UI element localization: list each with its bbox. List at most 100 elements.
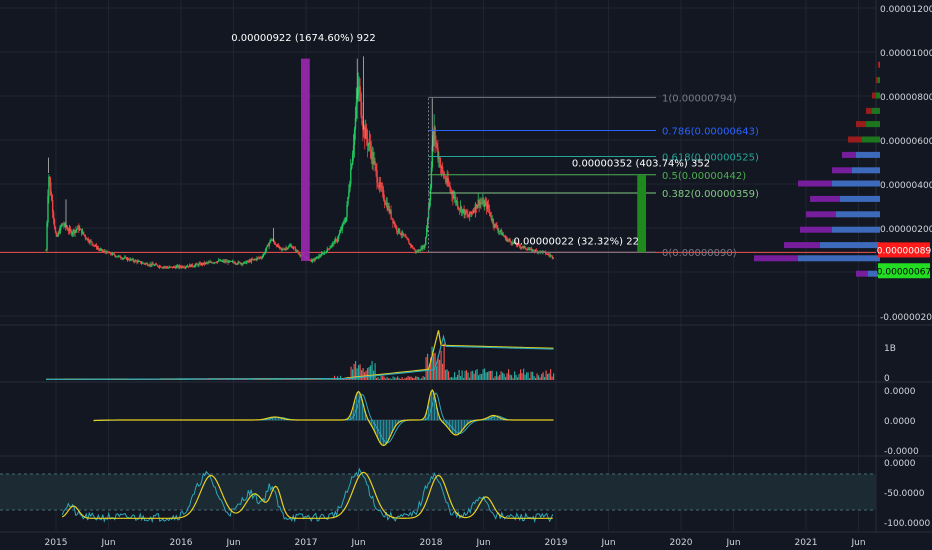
volume-profile-bar xyxy=(872,92,876,99)
volume-bar xyxy=(535,377,537,380)
volume-bar xyxy=(503,373,505,380)
volume-bar xyxy=(487,372,489,380)
time-axis-tick: 2019 xyxy=(545,538,568,548)
candle-body xyxy=(350,168,352,184)
volume-bar xyxy=(526,372,528,380)
volume-bar xyxy=(451,377,453,380)
volume-bar xyxy=(328,379,330,380)
volume-bar xyxy=(269,379,271,380)
macd-histogram-bar xyxy=(380,420,381,444)
volume-bar xyxy=(256,379,258,380)
volume-bar xyxy=(293,379,295,380)
price-axis-tick: 0.00000400 xyxy=(880,181,932,191)
volume-bar xyxy=(325,379,327,380)
chart-canvas[interactable]: 1(0.00000794)0.786(0.00000643)0.618(0.00… xyxy=(0,0,932,550)
macd-axis-tick: 0.0000 xyxy=(884,417,916,427)
volume-bar xyxy=(499,374,501,380)
candle-body xyxy=(92,243,94,246)
volume-bar xyxy=(320,379,322,380)
volume-bar xyxy=(322,379,324,380)
volume-bar xyxy=(424,376,426,380)
volume-bar xyxy=(383,376,385,380)
volume-bar xyxy=(466,370,468,380)
volume-bar xyxy=(491,370,493,380)
volume-bar xyxy=(445,369,447,380)
volume-bar xyxy=(509,374,511,380)
volume-bar xyxy=(452,377,454,380)
volume-bar xyxy=(479,373,481,380)
volume-bar xyxy=(416,376,418,380)
volume-profile-bar xyxy=(856,121,866,128)
volume-bar xyxy=(377,377,379,380)
volume-bar xyxy=(412,377,414,380)
volume-bar xyxy=(500,371,502,380)
volume-bar xyxy=(493,378,495,380)
candle-body xyxy=(337,235,340,240)
volume-profile-bar xyxy=(754,255,798,262)
volume-bar xyxy=(391,378,393,380)
candle-body xyxy=(398,228,401,234)
volume-bar xyxy=(283,379,285,380)
volume-profile-bar xyxy=(856,151,880,158)
volume-bar xyxy=(340,375,342,380)
volume-bar xyxy=(310,379,312,380)
volume-bar xyxy=(422,376,424,380)
volume-bar xyxy=(382,375,384,380)
volume-profile-bar xyxy=(810,195,840,202)
macd-histogram-bar xyxy=(359,391,360,421)
volume-bar xyxy=(316,379,318,380)
volume-bar xyxy=(368,366,370,380)
volume-bar xyxy=(257,379,259,380)
volume-bar xyxy=(488,371,490,380)
macd-axis-tick: 0.0000 xyxy=(884,387,916,397)
volume-bar xyxy=(533,376,535,380)
candle-body xyxy=(406,237,408,239)
volume-bar xyxy=(496,371,498,380)
volume-profile-bar xyxy=(876,77,878,84)
volume-profile-bar xyxy=(852,167,880,174)
volume-bar xyxy=(464,370,466,380)
volume-bar xyxy=(299,379,301,380)
volume-profile-bar xyxy=(862,136,880,143)
volume-bar xyxy=(524,374,526,380)
volume-bar xyxy=(386,376,388,380)
volume-bar xyxy=(547,373,549,380)
volume-bar xyxy=(272,379,274,380)
fib-level-label: 0.5(0.00000442) xyxy=(662,171,746,182)
volume-bar xyxy=(448,371,450,380)
volume-bar xyxy=(523,368,525,380)
volume-bar xyxy=(478,375,480,380)
volume-profile-bar xyxy=(872,107,880,114)
volume-axis-tick: 0 xyxy=(884,374,890,384)
candle-body xyxy=(82,231,85,235)
volume-bar xyxy=(449,377,451,380)
time-axis-tick: 2021 xyxy=(795,538,818,548)
volume-bar xyxy=(401,377,403,380)
volume-bar xyxy=(286,379,288,380)
candle-body xyxy=(552,257,554,259)
volume-bar xyxy=(436,366,438,380)
volume-profile-bar xyxy=(820,242,880,249)
macd-histogram-bar xyxy=(453,420,455,435)
volume-bar xyxy=(403,378,405,380)
volume-bar xyxy=(532,371,534,380)
candle-body xyxy=(424,245,426,248)
volume-bar xyxy=(457,375,459,380)
macd-histogram-bar xyxy=(386,420,387,445)
time-axis-tick: 2020 xyxy=(670,538,693,548)
volume-bar xyxy=(392,376,394,380)
macd-axis-tick: -0.0000 xyxy=(884,447,919,457)
volume-bar xyxy=(389,378,391,380)
volume-profile-bar xyxy=(832,167,852,174)
time-axis-tick: Jun xyxy=(600,538,615,548)
volume-bar xyxy=(287,379,289,380)
volume-bar xyxy=(421,378,423,380)
volume-bar xyxy=(407,375,409,380)
volume-bar xyxy=(442,363,444,380)
chart-background xyxy=(0,0,932,550)
volume-bar xyxy=(406,377,408,380)
volume-bar xyxy=(539,377,541,380)
volume-bar xyxy=(379,378,381,380)
volume-bar xyxy=(544,377,546,380)
macd-histogram-bar xyxy=(353,406,354,421)
